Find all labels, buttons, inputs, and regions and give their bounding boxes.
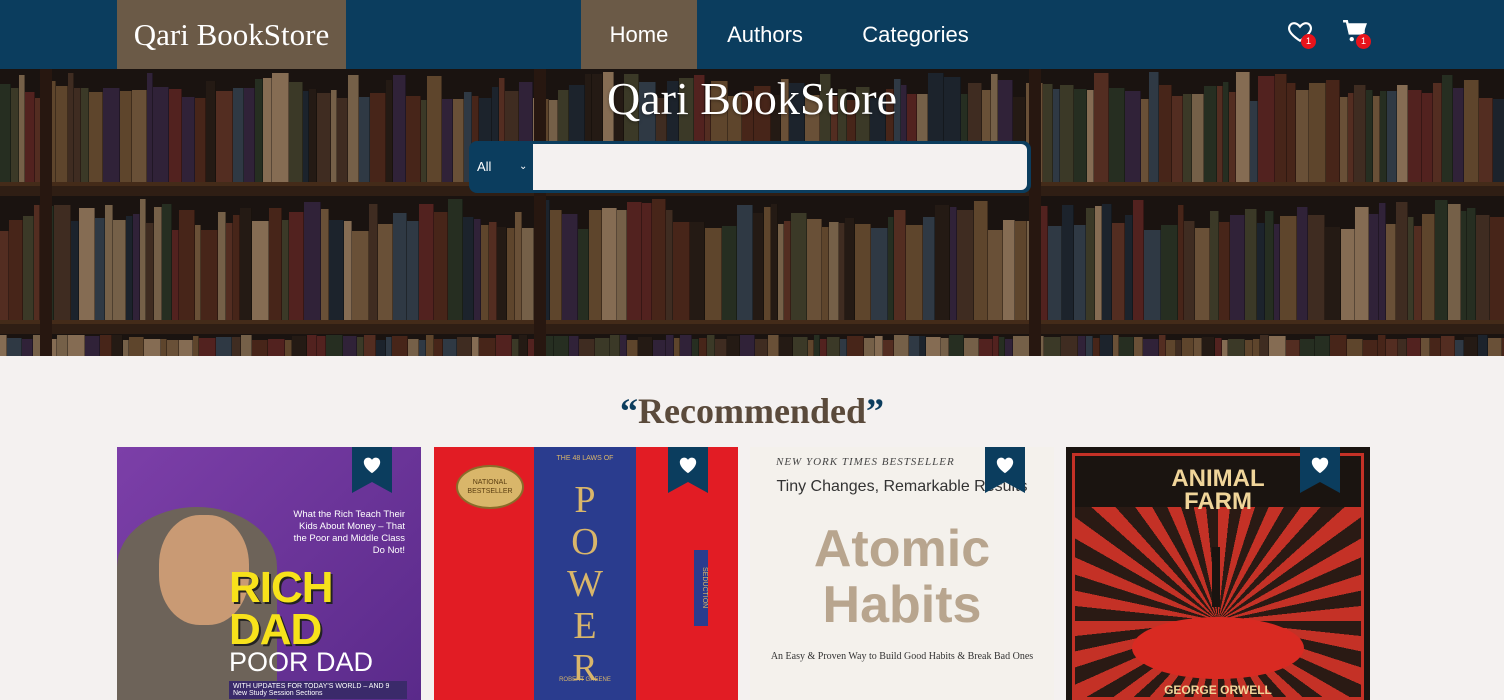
hero-title: Qari BookStore	[606, 73, 897, 124]
cover-title-line: FARM	[1184, 488, 1252, 515]
cover-blurb: What the Rich Teach Their Kids About Mon…	[293, 509, 405, 556]
cover-title-line: DAD	[229, 605, 322, 654]
cover-title-line: Habits	[822, 576, 982, 634]
cover-title-letter: P	[574, 479, 596, 521]
cover-title-line: Atomic	[813, 520, 991, 578]
search-category-select[interactable]: All ⌄	[469, 141, 533, 193]
search-input[interactable]	[533, 144, 1027, 190]
navbar: Qari BookStore Home Authors Categories 1…	[0, 0, 1504, 69]
cover-subtitle: POOR DAD	[229, 647, 374, 677]
cover-title-letter: O	[571, 521, 599, 563]
add-to-wishlist-button[interactable]	[668, 447, 708, 493]
cover-pig	[1132, 617, 1304, 679]
cover-author: GEORGE ORWELL	[1164, 683, 1272, 697]
cover-title: POWER	[534, 479, 636, 689]
cover-title-letter: W	[567, 563, 603, 605]
book-card[interactable]: ANIMAL FARM GEORGE ORWELL	[1066, 447, 1370, 700]
cover-title-line: RICH	[229, 563, 334, 612]
add-to-wishlist-button[interactable]	[352, 447, 392, 493]
nav-categories[interactable]: Categories	[833, 0, 998, 69]
cover-seal: NATIONAL BESTSELLER	[456, 465, 524, 509]
cover-top-text: THE 48 LAWS OF	[556, 455, 614, 462]
cover-title-letter: E	[573, 605, 597, 647]
cart-count-badge: 1	[1356, 34, 1371, 49]
cover-side-book: SEDUCTION	[694, 550, 708, 626]
close-quote: ”	[865, 391, 884, 431]
search-bar: All ⌄	[469, 141, 1031, 193]
cover-windmill	[1212, 547, 1220, 607]
book-card[interactable]: What the Rich Teach Their Kids About Mon…	[117, 447, 421, 700]
cover-author: ROBERT GREENE	[559, 677, 611, 683]
chevron-down-icon: ⌄	[519, 161, 528, 172]
brand-logo[interactable]: Qari BookStore	[117, 0, 346, 69]
hero-banner: Qari BookStore All ⌄	[0, 69, 1504, 356]
cart-button[interactable]: 1	[1342, 18, 1376, 52]
search-category-value: All	[477, 159, 492, 174]
heart-icon	[996, 457, 1014, 474]
nav-authors[interactable]: Authors	[697, 0, 833, 69]
wishlist-button[interactable]: 1	[1287, 18, 1321, 52]
cover-title: RICH DAD	[229, 563, 334, 654]
open-quote: “	[620, 391, 639, 431]
cover-strip: WITH UPDATES FOR TODAY'S WORLD – AND 9 N…	[229, 681, 407, 699]
cover-top-text: NEW YORK TIMES BESTSELLER	[776, 456, 955, 468]
heart-icon	[1311, 457, 1329, 474]
cover-title: Atomic Habits	[750, 521, 1054, 633]
heart-icon	[363, 457, 381, 474]
book-card[interactable]: NEW YORK TIMES BESTSELLER Tiny Changes, …	[750, 447, 1054, 700]
recommended-heading: “Recommended”	[0, 388, 1504, 434]
nav-home[interactable]: Home	[581, 0, 697, 69]
wishlist-count-badge: 1	[1301, 34, 1316, 49]
cover-subtitle: An Easy & Proven Way to Build Good Habit…	[770, 651, 1034, 662]
heart-icon	[679, 457, 697, 474]
book-card[interactable]: THE 48 LAWS OF POWER NATIONAL BESTSELLER…	[434, 447, 738, 700]
recommended-title: Recommended	[638, 391, 866, 431]
